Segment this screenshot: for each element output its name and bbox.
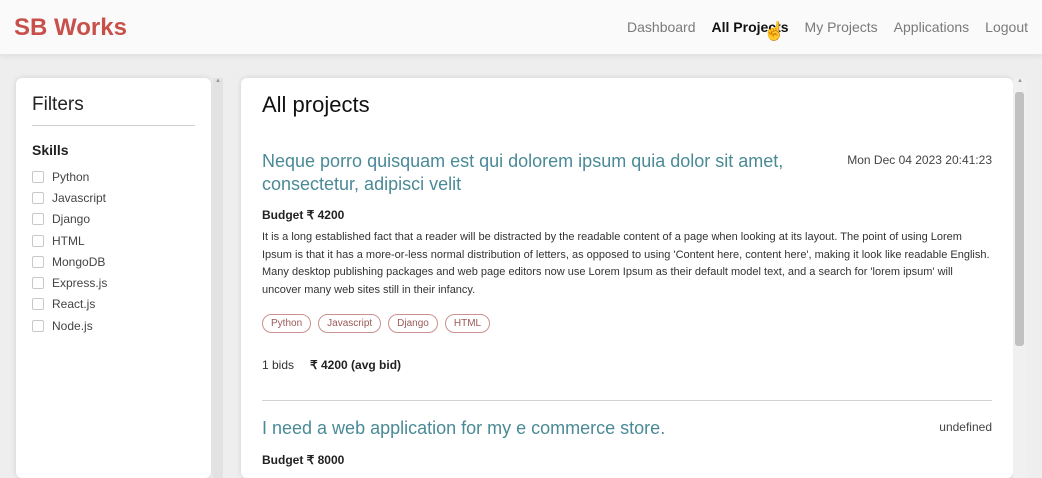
skill-label: HTML [52,233,85,248]
skill-label: Javascript [52,190,107,205]
skill-reactjs[interactable]: React.js [32,294,107,315]
nav-all-projects[interactable]: All Projects [712,19,789,35]
skill-label: Node.js [52,318,93,333]
filters-title: Filters [32,94,84,115]
project-title[interactable]: I need a web application for my e commer… [262,417,842,440]
filters-scrollbar[interactable]: ▲ [213,78,223,478]
skill-django[interactable]: Django [32,209,107,230]
skill-checkbox[interactable] [32,298,44,311]
scroll-up-arrow-icon[interactable]: ▲ [1017,78,1023,84]
project-bids: 1 bids ₹ 4200 (avg bid) [262,358,401,372]
skill-mongodb[interactable]: MongoDB [32,251,107,272]
bid-count: 1 bids [262,358,295,372]
skill-label: Express.js [52,276,108,291]
project-date: undefined [939,420,992,434]
nav-logout[interactable]: Logout [985,19,1028,35]
filters-divider [32,125,195,126]
nav-applications[interactable]: Applications [894,19,970,35]
skill-checkbox[interactable] [32,319,44,332]
skill-python[interactable]: Python [32,166,107,187]
skill-checkbox[interactable] [32,213,44,226]
skill-checkbox[interactable] [32,191,44,204]
brand-logo[interactable]: SB Works [14,14,127,42]
scroll-up-arrow-icon[interactable]: ▲ [215,78,221,84]
skill-nodejs[interactable]: Node.js [32,315,107,336]
nav-links: Dashboard All Projects My Projects Appli… [627,19,1028,35]
nav-my-projects[interactable]: My Projects [805,19,878,35]
project-description: It is a long established fact that a rea… [262,231,990,296]
skill-label: React.js [52,297,96,312]
scrollbar-thumb[interactable] [1015,92,1024,346]
skill-html[interactable]: HTML [32,230,107,251]
project-divider [262,400,992,401]
skill-label: Django [52,212,91,227]
skills-heading: Skills [32,142,69,158]
project-date: Mon Dec 04 2023 20:41:23 [847,153,992,167]
navbar: SB Works Dashboard All Projects My Proje… [0,0,1042,55]
skill-tag: HTML [444,314,491,333]
page-title: All projects [262,92,370,117]
nav-dashboard[interactable]: Dashboard [627,19,696,35]
projects-scrollbar[interactable]: ▲ [1013,78,1027,478]
skill-javascript[interactable]: Javascript [32,187,107,208]
skill-checkbox[interactable] [32,234,44,247]
skills-list: Python Javascript Django HTML MongoDB Ex… [32,166,107,336]
skill-checkbox[interactable] [32,255,44,268]
skill-expressjs[interactable]: Express.js [32,272,107,293]
skill-checkbox[interactable] [32,277,44,290]
project-tags: Python Javascript Django HTML [262,314,491,333]
skill-tag: Python [262,314,312,333]
skill-tag: Django [388,314,438,333]
avg-bid: ₹ 4200 (avg bid) [310,358,402,372]
filters-panel: Filters Skills Python Javascript Django … [16,78,211,478]
skill-label: MongoDB [52,254,106,269]
project-title[interactable]: Neque porro quisquam est qui dolorem ips… [262,150,842,196]
skill-label: Python [52,169,90,184]
skill-tag: Javascript [318,314,382,333]
skill-checkbox[interactable] [32,170,44,183]
project-budget: Budget ₹ 4200 [262,208,345,222]
projects-panel: All projects Neque porro quisquam est qu… [241,78,1013,478]
project-budget: Budget ₹ 8000 [262,453,345,467]
